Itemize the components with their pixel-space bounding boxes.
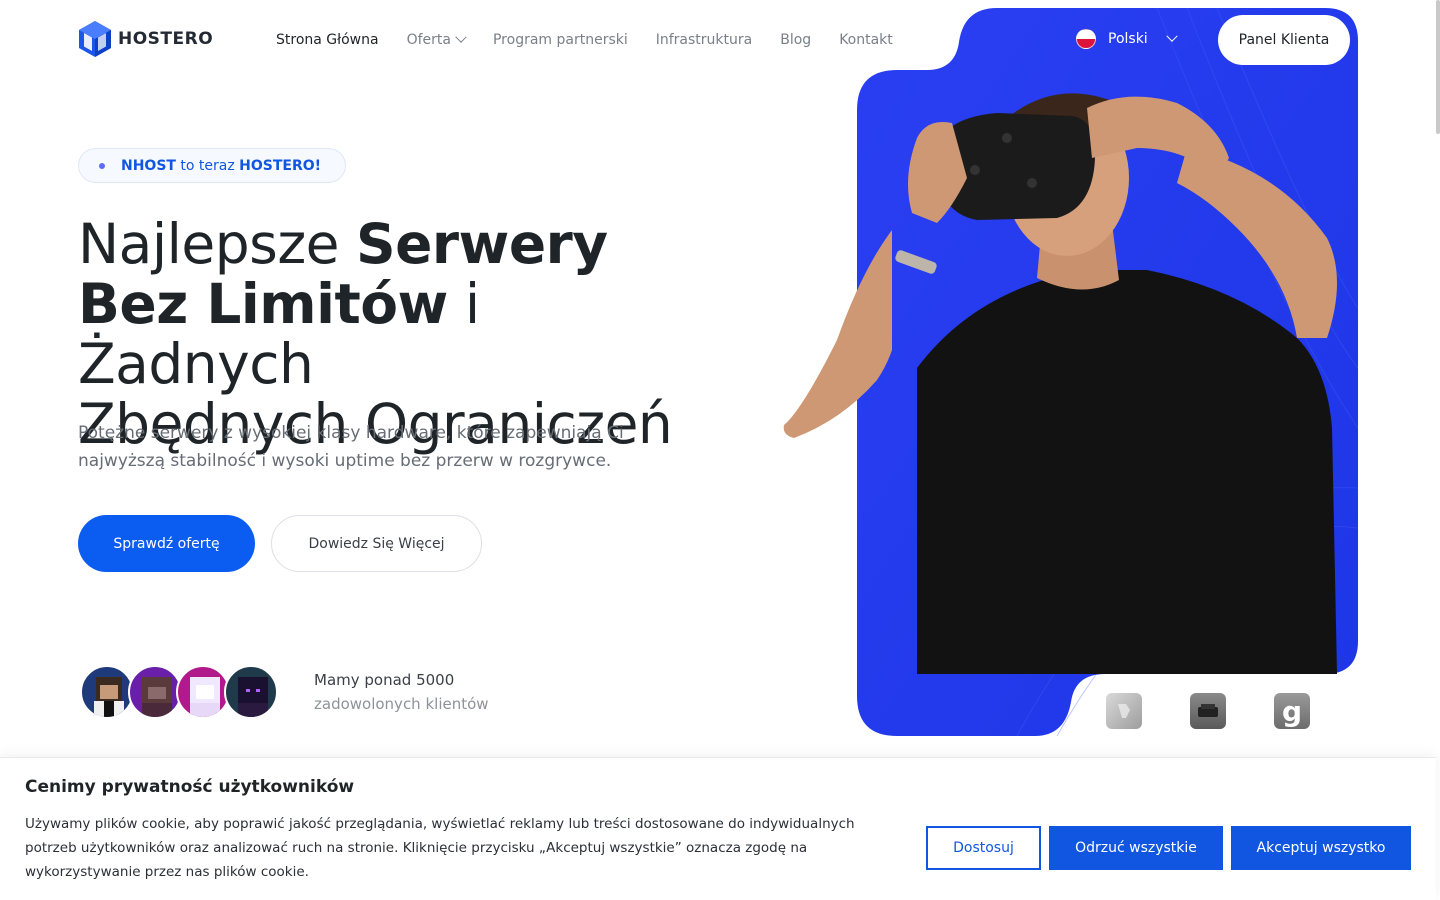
logo-cube-icon xyxy=(79,21,111,57)
game-icon-rust[interactable] xyxy=(1106,693,1142,729)
terraria-logo-icon xyxy=(1198,704,1218,717)
rust-logo-icon xyxy=(1118,704,1130,718)
cookie-customize-button[interactable]: Dostosuj xyxy=(926,826,1041,870)
brand-name: HOSTERO xyxy=(118,29,214,49)
avatar xyxy=(80,665,134,719)
badge-dot-icon xyxy=(99,162,105,169)
cookie-title: Cenimy prywatność użytkowników xyxy=(25,777,355,797)
cookie-consent-banner: Cenimy prywatność użytkowników Używamy p… xyxy=(0,757,1436,900)
clients-count: Mamy ponad 5000 xyxy=(314,671,455,689)
flag-pl-icon xyxy=(1076,29,1096,49)
clients-caption: zadowolonych klientów xyxy=(314,695,489,713)
game-icon-garrys-mod[interactable]: g xyxy=(1274,693,1310,729)
brand-logo[interactable]: HOSTERO xyxy=(78,20,213,58)
nav-item-home[interactable]: Strona Główna xyxy=(276,30,379,50)
page-scrollbar[interactable] xyxy=(1436,0,1440,134)
language-label: Polski xyxy=(1108,31,1148,47)
client-avatars xyxy=(80,665,278,719)
nav-item-infrastructure[interactable]: Infrastruktura xyxy=(656,30,752,50)
hero-image-panel xyxy=(857,8,1358,736)
learn-more-button[interactable]: Dowiedz Się Więcej xyxy=(271,515,482,572)
main-nav: Strona Główna Oferta Program partnerski … xyxy=(276,30,893,50)
language-selector[interactable]: Polski xyxy=(1076,29,1178,49)
cookie-text: Używamy plików cookie, aby poprawić jako… xyxy=(25,816,855,880)
avatar xyxy=(128,665,182,719)
nav-item-blog[interactable]: Blog xyxy=(780,30,811,50)
avatar xyxy=(176,665,230,719)
client-panel-button[interactable]: Panel Klienta xyxy=(1218,15,1350,65)
rebrand-badge: NHOST to teraz HOSTERO! xyxy=(78,148,347,183)
hero-headline: Najlepsze Serwery Bez Limitów i Żadnych … xyxy=(78,212,673,456)
hero-description: Potężne serwery z wysokiej klasy hardwar… xyxy=(78,423,624,471)
vr-person-arm xyxy=(783,230,892,438)
cookie-accept-all-button[interactable]: Akceptuj wszystko xyxy=(1231,826,1411,870)
game-icon-terraria[interactable] xyxy=(1190,693,1226,729)
nav-item-offer-label: Oferta xyxy=(406,32,451,48)
chevron-down-icon xyxy=(1166,30,1178,42)
supported-games: g xyxy=(1106,693,1310,729)
nav-item-offer[interactable]: Oferta xyxy=(406,30,467,50)
vr-person-illustration xyxy=(895,93,1337,674)
clients-counter: Mamy ponad 5000 zadowolonych klientów xyxy=(314,668,489,716)
chevron-down-icon xyxy=(455,31,467,43)
badge-text: NHOST to teraz HOSTERO! xyxy=(121,157,322,174)
cookie-reject-all-button[interactable]: Odrzuć wszystkie xyxy=(1049,826,1223,870)
nav-item-partner-program[interactable]: Program partnerski xyxy=(493,30,628,50)
check-offer-button[interactable]: Sprawdź ofertę xyxy=(78,515,255,572)
avatar xyxy=(224,665,278,719)
